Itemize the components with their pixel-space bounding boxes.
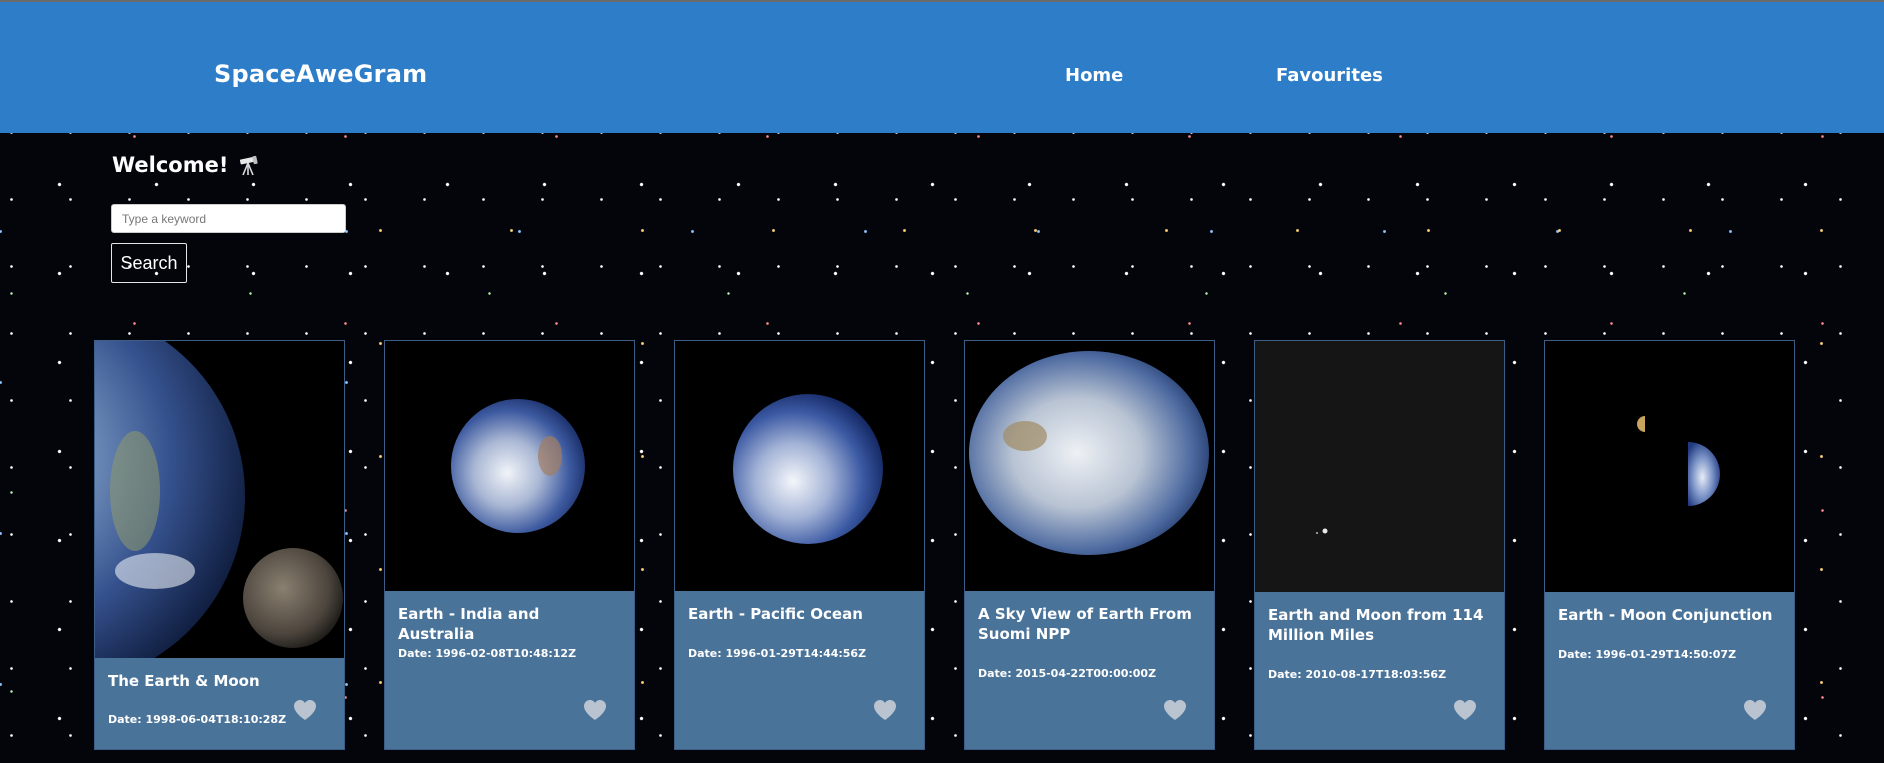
card-body: Earth - Pacific Ocean Date: 1996-01-29T1…	[675, 591, 924, 749]
card-date: Date: 2010-08-17T18:03:56Z	[1268, 668, 1447, 681]
card-date: Date: 1996-02-08T10:48:12Z	[398, 647, 577, 660]
card-image[interactable]	[965, 341, 1214, 592]
welcome-heading: Welcome!	[112, 153, 260, 177]
card-body: The Earth & Moon Date: 1998-06-04T18:10:…	[95, 658, 344, 749]
card-date: Date: 1996-01-29T14:44:56Z	[688, 647, 867, 660]
image-card[interactable]: Earth - Pacific Ocean Date: 1996-01-29T1…	[674, 340, 925, 750]
card-title: Earth - Moon Conjunction	[1558, 606, 1773, 624]
card-body: Earth - Moon Conjunction Date: 1996-01-2…	[1545, 592, 1794, 749]
card-body: A Sky View of Earth From Suomi NPP Date:…	[965, 591, 1214, 749]
card-image[interactable]	[675, 341, 924, 592]
card-date: Date: 1998-06-04T18:10:28Z	[108, 713, 287, 726]
top-navbar: SpaceAweGram Home Favourites	[0, 2, 1884, 133]
search-input[interactable]	[111, 204, 346, 233]
card-image[interactable]	[1255, 341, 1504, 593]
card-title: The Earth & Moon	[108, 672, 260, 690]
welcome-text: Welcome!	[112, 153, 229, 177]
card-image[interactable]	[95, 341, 344, 659]
image-card[interactable]: Earth - Moon Conjunction Date: 1996-01-2…	[1544, 340, 1795, 750]
card-title: Earth and Moon from 114 Million Miles	[1268, 606, 1484, 644]
heart-icon[interactable]	[1743, 699, 1767, 721]
image-card[interactable]: The Earth & Moon Date: 1998-06-04T18:10:…	[94, 340, 345, 750]
brand-title[interactable]: SpaceAweGram	[214, 60, 427, 88]
image-card[interactable]: Earth and Moon from 114 Million Miles Da…	[1254, 340, 1505, 750]
card-image[interactable]	[1545, 341, 1794, 593]
image-card[interactable]: A Sky View of Earth From Suomi NPP Date:…	[964, 340, 1215, 750]
card-body: Earth and Moon from 114 Million Miles Da…	[1255, 592, 1504, 749]
heart-icon[interactable]	[293, 699, 317, 721]
card-title: Earth - Pacific Ocean	[688, 605, 863, 623]
heart-icon[interactable]	[873, 699, 897, 721]
heart-icon[interactable]	[1453, 699, 1477, 721]
card-title: A Sky View of Earth From Suomi NPP	[978, 605, 1192, 643]
nav-home-link[interactable]: Home	[1065, 65, 1123, 86]
card-title: Earth - India and Australia	[398, 605, 540, 643]
card-date: Date: 1996-01-29T14:50:07Z	[1558, 648, 1737, 661]
image-card[interactable]: Earth - India and Australia Date: 1996-0…	[384, 340, 635, 750]
nav-favourites-link[interactable]: Favourites	[1276, 65, 1383, 86]
card-image[interactable]	[385, 341, 634, 592]
search-button[interactable]: Search	[111, 243, 187, 283]
heart-icon[interactable]	[583, 699, 607, 721]
heart-icon[interactable]	[1163, 699, 1187, 721]
telescope-icon	[240, 155, 259, 176]
card-body: Earth - India and Australia Date: 1996-0…	[385, 591, 634, 749]
card-date: Date: 2015-04-22T00:00:00Z	[978, 667, 1157, 680]
